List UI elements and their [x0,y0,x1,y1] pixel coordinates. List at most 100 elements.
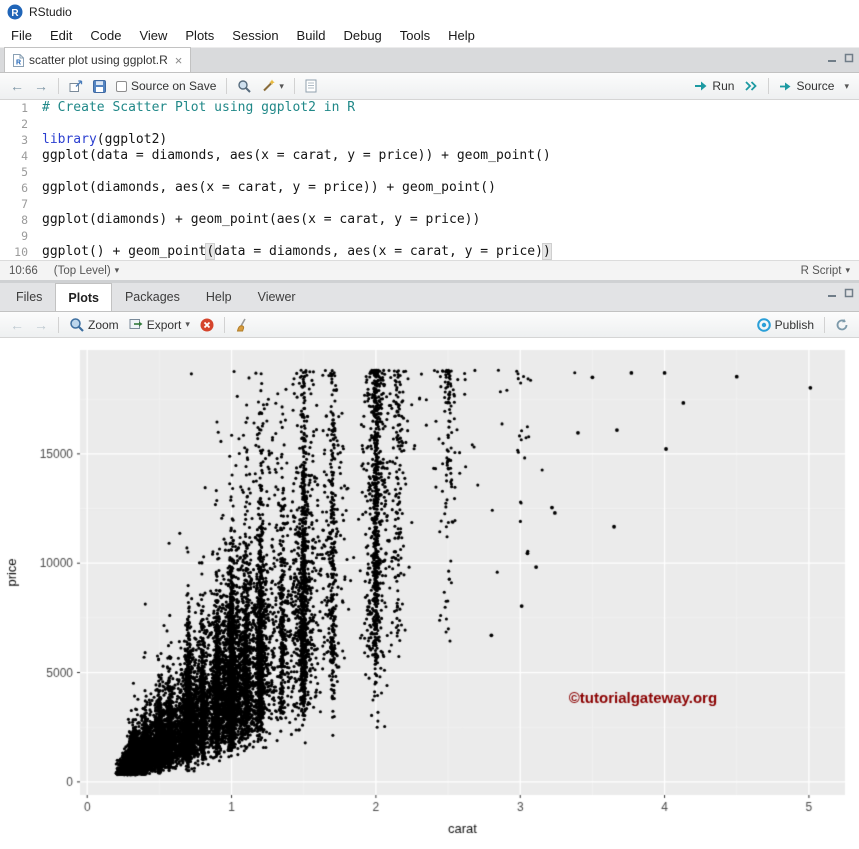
rstudio-window: R RStudio File Edit Code View Plots Session Bu… [0,0,859,849]
code-line-1[interactable]: 1 # Create Scatter Plot using ggplot2 in … [0,100,859,116]
next-plot-button[interactable]: → [30,316,52,334]
toolbar-separator [824,316,825,333]
plot-area [0,338,859,849]
nav-forward-button[interactable]: → [30,77,52,95]
run-button[interactable]: Run [690,77,738,95]
refresh-icon [835,318,849,332]
source-on-save-checkbox[interactable]: Source on Save [112,77,220,95]
cursor-position: 10:66 [9,264,38,277]
save-button[interactable] [89,78,110,95]
export-button[interactable]: Export ▾ [125,316,194,334]
tab-viewer[interactable]: Viewer [245,283,309,311]
source-on-save-label: Source on Save [131,79,217,93]
clear-all-plots-button[interactable] [231,316,253,334]
toolbar-separator [223,316,225,333]
refresh-plot-button[interactable] [831,316,853,334]
scatter-plot-canvas [0,338,859,849]
toolbar-separator [58,316,59,333]
line-number: 3 [21,133,28,147]
code-tools-button[interactable]: ▾ [257,77,288,95]
code-line-3[interactable]: 3 library(ggplot2) [0,132,859,148]
tab-close-icon[interactable]: × [175,53,183,68]
menu-code[interactable]: Code [81,25,130,46]
code-line-4[interactable]: 4 ggplot(data = diamonds, aes(x = carat, … [0,148,859,164]
menu-help[interactable]: Help [439,25,484,46]
tab-help[interactable]: Help [193,283,245,311]
text-cursor [550,244,553,257]
tab-packages[interactable]: Packages [112,283,193,311]
save-icon [93,79,106,93]
broom-icon [235,318,249,332]
rerun-icon [744,80,758,92]
publish-icon [756,317,771,332]
code-line-10[interactable]: 10 ggplot() + geom_point(data = diamonds,… [0,243,859,260]
menu-edit[interactable]: Edit [41,25,81,46]
dropdown-caret-icon: ▾ [279,80,284,91]
zoom-button[interactable]: Zoom [65,315,123,334]
toolbar-separator [226,78,228,94]
magnifier-icon [237,79,252,93]
maximize-pane-button[interactable] [844,53,854,63]
editor-tab-strip: R scatter plot using ggplot.R × [0,47,859,73]
editor-toolbar: ← → Source on Save ▾ Run Source ▾ [0,73,859,100]
r-file-icon: R [13,53,24,67]
source-button[interactable]: Source [775,77,838,95]
maximize-pane-button[interactable] [844,288,854,298]
previous-plot-button[interactable]: ← [6,316,28,334]
editor-tab[interactable]: R scatter plot using ggplot.R × [4,47,192,72]
rerun-button[interactable] [740,78,762,94]
back-arrow-icon: ← [10,78,24,94]
line-number: 1 [21,101,28,115]
minimize-pane-button[interactable] [827,53,837,63]
back-arrow-icon: ← [10,316,24,333]
code-line-2[interactable]: 2 [0,116,859,132]
scope-label: (Top Level) [53,264,111,277]
menu-file[interactable]: File [2,25,41,46]
remove-plot-button[interactable] [196,316,218,334]
minimize-pane-button[interactable] [827,288,837,298]
svg-text:R: R [11,8,19,19]
line-number: 6 [21,181,28,195]
checkbox-icon [116,80,127,92]
open-in-new-window-button[interactable] [65,78,87,95]
menu-tools[interactable]: Tools [391,25,439,46]
code-line-8[interactable]: 8 ggplot(diamonds) + geom_point(aes(x = c… [0,212,859,228]
menu-view[interactable]: View [130,25,176,46]
bottom-tab-strip: Files Plots Packages Help Viewer [0,283,859,312]
toolbar-separator [768,78,770,94]
run-icon [694,80,708,92]
bottom-tabs: Files Plots Packages Help Viewer [3,283,309,311]
file-type-selector[interactable]: R Script ▾ [801,265,850,277]
find-replace-button[interactable] [233,77,255,95]
menu-session[interactable]: Session [223,25,287,46]
menu-debug[interactable]: Debug [334,25,390,46]
tab-files[interactable]: Files [3,283,55,311]
dropdown-caret-icon: ▾ [114,265,120,275]
line-number: 8 [21,213,28,227]
nav-back-button[interactable]: ← [6,77,28,95]
source-menu-button[interactable]: ▾ [840,80,853,93]
menu-build[interactable]: Build [288,25,335,46]
source-icon [779,81,792,92]
export-icon [129,318,143,331]
forward-arrow-icon: → [34,78,48,94]
plots-toolbar: ← → Zoom Export ▾ Publish [0,312,859,338]
line-number: 2 [21,117,28,131]
compile-report-button[interactable] [301,77,321,95]
dropdown-caret-icon: ▾ [185,319,190,329]
run-label: Run [712,79,735,93]
code-line-9[interactable]: 9 [0,228,859,244]
rstudio-logo-icon: R [7,4,23,20]
publish-button[interactable]: Publish [753,316,818,334]
menu-bar: File Edit Code View Plots Session Build Debug To… [0,24,859,48]
scope-selector[interactable]: (Top Level) ▾ [54,265,119,277]
code-editor[interactable]: 1 # Create Scatter Plot using ggplot2 in … [0,100,859,260]
line-number: 4 [21,149,28,163]
zoom-magnifier-icon [69,317,84,332]
code-line-6[interactable]: 6 ggplot(diamonds, aes(x = carat, y = pri… [0,180,859,196]
menu-plots[interactable]: Plots [176,25,223,46]
code-line-5[interactable]: 5 [0,164,859,180]
code-line-7[interactable]: 7 [0,196,859,212]
magic-wand-icon [261,79,276,93]
tab-plots[interactable]: Plots [55,283,112,311]
